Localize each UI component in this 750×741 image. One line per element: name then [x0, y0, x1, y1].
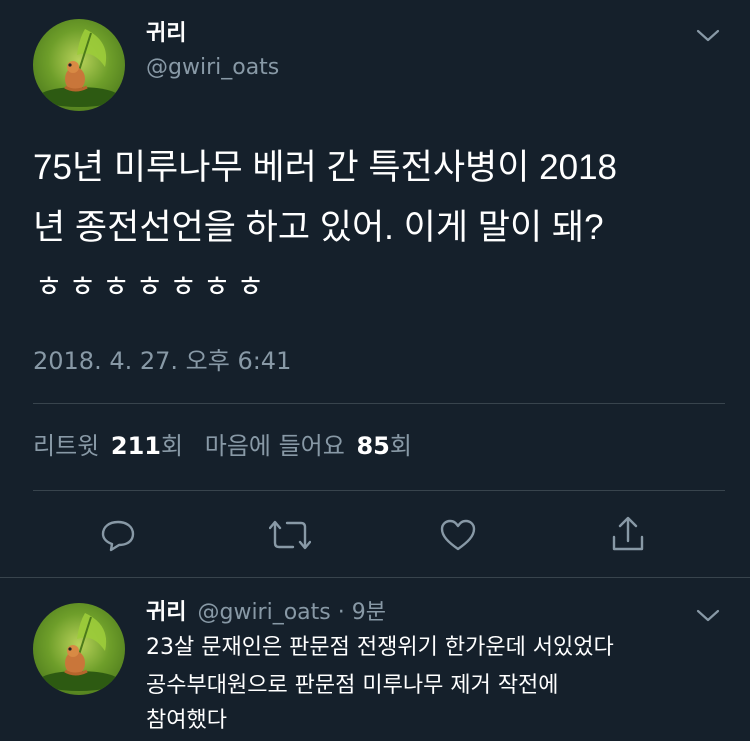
heart-icon[interactable]: [438, 515, 478, 555]
tweet-text-line: ㅎㅎㅎㅎㅎㅎㅎ: [35, 270, 271, 305]
chevron-down-icon[interactable]: [694, 604, 722, 628]
retweet-icon[interactable]: [268, 515, 312, 555]
avatar-frog-image: [39, 29, 119, 107]
display-name[interactable]: 귀리: [146, 20, 186, 48]
avatar-frog-image: [39, 613, 119, 691]
reply-text-line: 공수부대원으로 판문점 미루나무 제거 작전에: [146, 673, 559, 698]
reply-text-line: 23살 문재인은 판문점 전쟁위기 한가운데 서있었다: [146, 635, 614, 660]
share-icon[interactable]: [608, 513, 648, 555]
timestamp[interactable]: 2018. 4. 27. 오후 6:41: [33, 346, 291, 376]
divider: [33, 403, 725, 404]
tweet-text-line: 75년 미루나무 베러 간 특전사병이 2018: [33, 148, 618, 187]
retweets-count: 211: [110, 432, 161, 460]
likes-count: 85: [356, 432, 390, 460]
reply-display-name[interactable]: 귀리: [146, 600, 186, 625]
retweet-stat[interactable]: 리트윗 211회: [33, 432, 191, 460]
separator-dot: ·: [337, 600, 345, 625]
handle[interactable]: @gwiri_oats: [146, 54, 279, 82]
likes-label: 마음에 들어요: [204, 432, 345, 460]
likes-unit: 회: [389, 432, 412, 460]
reply-handle[interactable]: @gwiri_oats: [197, 600, 330, 625]
reply-text-line: 참여했다: [146, 708, 227, 733]
retweets-unit: 회: [161, 432, 184, 460]
stats-row: 리트윗 211회 마음에 들어요 85회: [33, 430, 412, 462]
divider: [33, 490, 725, 491]
retweets-label: 리트윗: [33, 432, 100, 460]
reply-header: 귀리 @gwiri_oats · 9분: [146, 598, 386, 628]
like-stat[interactable]: 마음에 들어요 85회: [205, 432, 412, 460]
reply-avatar[interactable]: [33, 603, 125, 695]
avatar[interactable]: [33, 19, 125, 111]
reply-icon[interactable]: [98, 515, 138, 555]
section-divider: [0, 577, 750, 578]
chevron-down-icon[interactable]: [694, 24, 722, 48]
reply-age[interactable]: 9분: [352, 600, 386, 625]
tweet-text-line: 년 종전선언을 하고 있어. 이게 말이 돼?: [33, 208, 604, 247]
